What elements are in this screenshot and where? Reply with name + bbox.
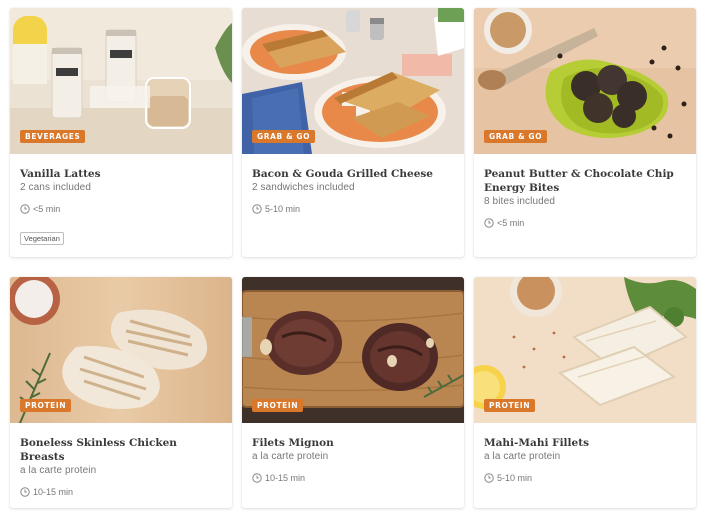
meal-title: Mahi-Mahi Fillets (484, 437, 589, 449)
meal-title: Boneless Skinless Chicken Breasts (20, 437, 177, 463)
meal-card-chicken-breasts[interactable]: PROTEIN Boneless Skinless Chicken Breast… (10, 277, 232, 508)
prep-time-label: 10-15 min (265, 473, 306, 483)
meal-title: Vanilla Lattes (20, 168, 101, 180)
meal-subtitle: 8 bites included (484, 196, 556, 207)
clock-icon (484, 218, 494, 228)
category-tag: PROTEIN (20, 399, 72, 412)
grilled-cheese-photo: GRAB & GO (242, 8, 464, 154)
prep-time: 10-15 min (252, 473, 454, 483)
clock-icon (20, 487, 30, 497)
category-tag: GRAB & GO (484, 130, 548, 143)
meal-grid: BEVERAGES Vanilla Lattes 2 cans included… (0, 0, 702, 515)
chicken-breasts-photo: PROTEIN (10, 277, 232, 423)
meal-subtitle: 2 cans included (20, 182, 91, 193)
meal-subtitle: a la carte protein (484, 451, 561, 462)
prep-time: 5-10 min (484, 473, 686, 483)
mahi-mahi-photo: PROTEIN (474, 277, 696, 423)
prep-time-label: <5 min (497, 218, 525, 228)
category-tag: PROTEIN (252, 399, 304, 412)
meal-title-line-2: Energy Bites (484, 182, 560, 194)
meal-card-mahi-mahi[interactable]: PROTEIN Mahi-Mahi Fillets a la carte pro… (474, 277, 696, 508)
meal-subtitle: 2 sandwiches included (252, 182, 355, 193)
prep-time-label: 10-15 min (33, 487, 74, 497)
prep-time: 5-10 min (252, 204, 454, 214)
category-tag: PROTEIN (484, 399, 536, 412)
meal-title: Bacon & Gouda Grilled Cheese (252, 168, 433, 180)
vegetarian-badge: Vegetarian (20, 232, 64, 245)
clock-icon (252, 473, 262, 483)
prep-time-label: 5-10 min (497, 473, 533, 483)
prep-time: <5 min (20, 204, 222, 214)
prep-time-label: <5 min (33, 204, 61, 214)
category-tag: BEVERAGES (20, 130, 86, 143)
filets-mignon-photo: PROTEIN (242, 277, 464, 423)
meal-card-filets-mignon[interactable]: PROTEIN Filets Mignon a la carte protein… (242, 277, 464, 508)
meal-title: Filets Mignon (252, 437, 334, 449)
clock-icon (20, 204, 30, 214)
category-tag: GRAB & GO (252, 130, 316, 143)
meal-card-energy-bites[interactable]: GRAB & GO Peanut Butter & Chocolate Chip… (474, 8, 696, 257)
meal-subtitle: a la carte protein (252, 451, 329, 462)
clock-icon (484, 473, 494, 483)
latte-cans-photo: BEVERAGES (10, 8, 232, 154)
meal-title: Peanut Butter & Chocolate Chip Energy Bi… (484, 167, 686, 195)
meal-subtitle: a la carte protein (20, 465, 97, 476)
meal-card-vanilla-lattes[interactable]: BEVERAGES Vanilla Lattes 2 cans included… (10, 8, 232, 257)
prep-time: 10-15 min (20, 487, 222, 497)
prep-time-label: 5-10 min (265, 204, 301, 214)
energy-bites-photo: GRAB & GO (474, 8, 696, 154)
meal-card-grilled-cheese[interactable]: GRAB & GO Bacon & Gouda Grilled Cheese 2… (242, 8, 464, 257)
meal-title-line-1: Peanut Butter & Chocolate Chip (484, 168, 674, 180)
prep-time: <5 min (484, 218, 686, 228)
clock-icon (252, 204, 262, 214)
